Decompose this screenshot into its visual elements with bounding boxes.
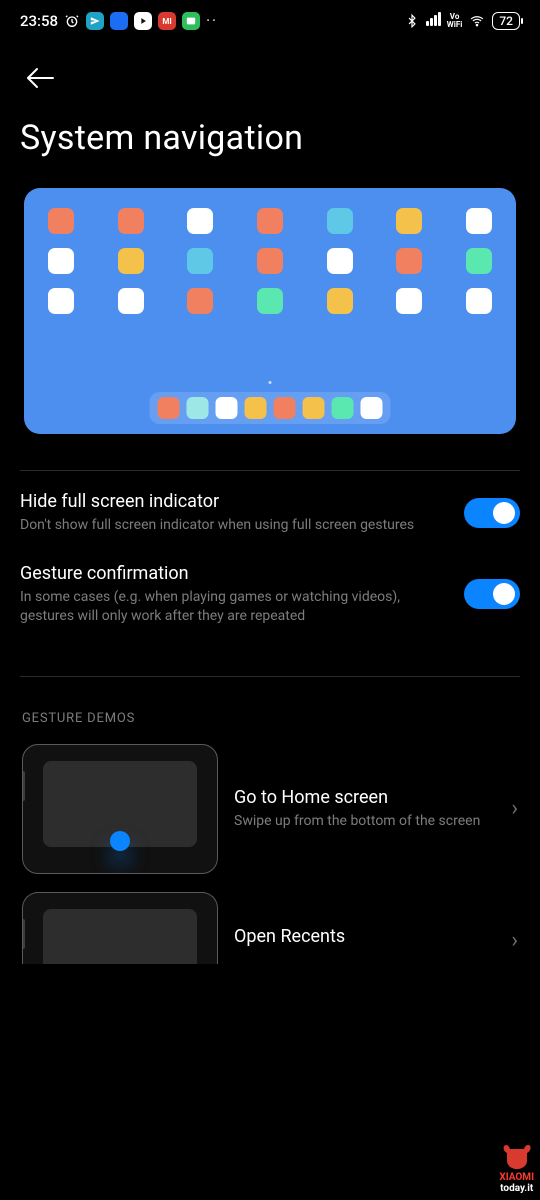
section-label-gesture-demos: GESTURE DEMOS — [0, 707, 540, 744]
wifi-icon — [468, 14, 486, 28]
dock-tile — [274, 397, 296, 419]
status-overflow-dots: ·· — [206, 13, 218, 29]
home-grid-row — [48, 288, 492, 314]
setting-desc: Don't show full screen indicator when us… — [20, 516, 448, 535]
demo-thumbnail — [22, 744, 218, 874]
demo-open-recents[interactable]: Open Recents › — [0, 892, 540, 964]
app-tile — [257, 248, 283, 274]
watermark-site: today.it — [500, 1183, 533, 1194]
battery-percent: 72 — [499, 14, 513, 28]
dock-tile — [332, 397, 354, 419]
app-tile — [466, 208, 492, 234]
setting-text: Hide full screen indicator Don't show fu… — [20, 491, 448, 535]
chevron-right-icon: › — [507, 892, 518, 953]
vowifi-icon: VoWiFi — [447, 13, 463, 29]
dock-tile — [187, 397, 209, 419]
home-grid-row — [48, 248, 492, 274]
status-bar: 23:58 MI ·· VoWiFi 72 — [0, 0, 540, 42]
gesture-preview — [24, 188, 516, 434]
notif-app-icon-5 — [182, 12, 200, 30]
home-grid — [48, 208, 492, 314]
app-tile — [327, 208, 353, 234]
toggle-knob — [493, 502, 515, 524]
demo-desc: Swipe up from the bottom of the screen — [234, 812, 491, 830]
toggle-gesture-confirmation[interactable] — [464, 579, 520, 609]
app-tile — [466, 288, 492, 314]
home-dock — [150, 392, 391, 424]
notif-app-icon-3 — [134, 12, 152, 30]
alarm-icon — [64, 13, 80, 29]
gesture-preview-wrap — [0, 188, 540, 434]
setting-title: Gesture confirmation — [20, 563, 448, 584]
app-tile — [396, 288, 422, 314]
toggle-knob — [493, 583, 515, 605]
setting-text: Gesture confirmation In some cases (e.g.… — [20, 563, 448, 626]
home-grid-row — [48, 208, 492, 234]
app-tile — [466, 248, 492, 274]
app-tile — [187, 288, 213, 314]
app-tile — [48, 208, 74, 234]
header-bar — [0, 42, 540, 100]
setting-gesture-confirmation[interactable]: Gesture confirmation In some cases (e.g.… — [0, 555, 540, 646]
battery-indicator: 72 — [492, 12, 520, 30]
notif-app-icon-1 — [86, 12, 104, 30]
dock-tile — [303, 397, 325, 419]
toggle-hide-indicator[interactable] — [464, 498, 520, 528]
dock-tile — [361, 397, 383, 419]
demo-title: Go to Home screen — [234, 787, 491, 808]
cellular-signal-icon — [425, 12, 441, 30]
app-tile — [187, 248, 213, 274]
setting-desc: In some cases (e.g. when playing games o… — [20, 588, 448, 626]
app-tile — [48, 248, 74, 274]
app-tile — [396, 248, 422, 274]
demo-thumbnail — [22, 892, 218, 964]
setting-hide-indicator[interactable]: Hide full screen indicator Don't show fu… — [0, 471, 540, 555]
app-tile — [257, 208, 283, 234]
watermark: XIAOMI today.it — [499, 1143, 534, 1194]
dock-tile — [245, 397, 267, 419]
app-tile — [118, 288, 144, 314]
demo-text: Go to Home screen Swipe up from the bott… — [234, 787, 491, 830]
device-side-button — [22, 771, 25, 801]
back-button[interactable] — [18, 56, 62, 100]
dock-tile — [158, 397, 180, 419]
arrow-left-icon — [25, 66, 55, 90]
app-tile — [396, 208, 422, 234]
chevron-right-icon: › — [507, 796, 518, 821]
status-left: 23:58 MI ·· — [20, 12, 218, 30]
mascot-icon — [500, 1143, 534, 1171]
dock-tile — [216, 397, 238, 419]
demo-title: Open Recents — [234, 926, 491, 947]
app-tile — [48, 288, 74, 314]
device-side-button — [22, 919, 25, 949]
app-tile — [118, 248, 144, 274]
app-tile — [187, 208, 213, 234]
app-tile — [118, 208, 144, 234]
gesture-dot-icon — [110, 831, 130, 851]
app-tile — [327, 288, 353, 314]
app-tile — [257, 288, 283, 314]
watermark-brand: XIAOMI — [499, 1172, 534, 1183]
status-right: VoWiFi 72 — [405, 12, 520, 30]
demo-screen — [43, 909, 197, 964]
app-tile — [327, 248, 353, 274]
demo-go-to-home[interactable]: Go to Home screen Swipe up from the bott… — [0, 744, 540, 892]
setting-title: Hide full screen indicator — [20, 491, 448, 512]
page-title: System navigation — [0, 100, 540, 188]
demo-text: Open Recents — [234, 892, 491, 951]
page-indicator-dot — [269, 381, 272, 384]
bluetooth-icon — [405, 13, 419, 29]
notif-app-icon-4: MI — [158, 12, 176, 30]
clock: 23:58 — [20, 12, 58, 30]
notif-app-icon-2 — [110, 12, 128, 30]
